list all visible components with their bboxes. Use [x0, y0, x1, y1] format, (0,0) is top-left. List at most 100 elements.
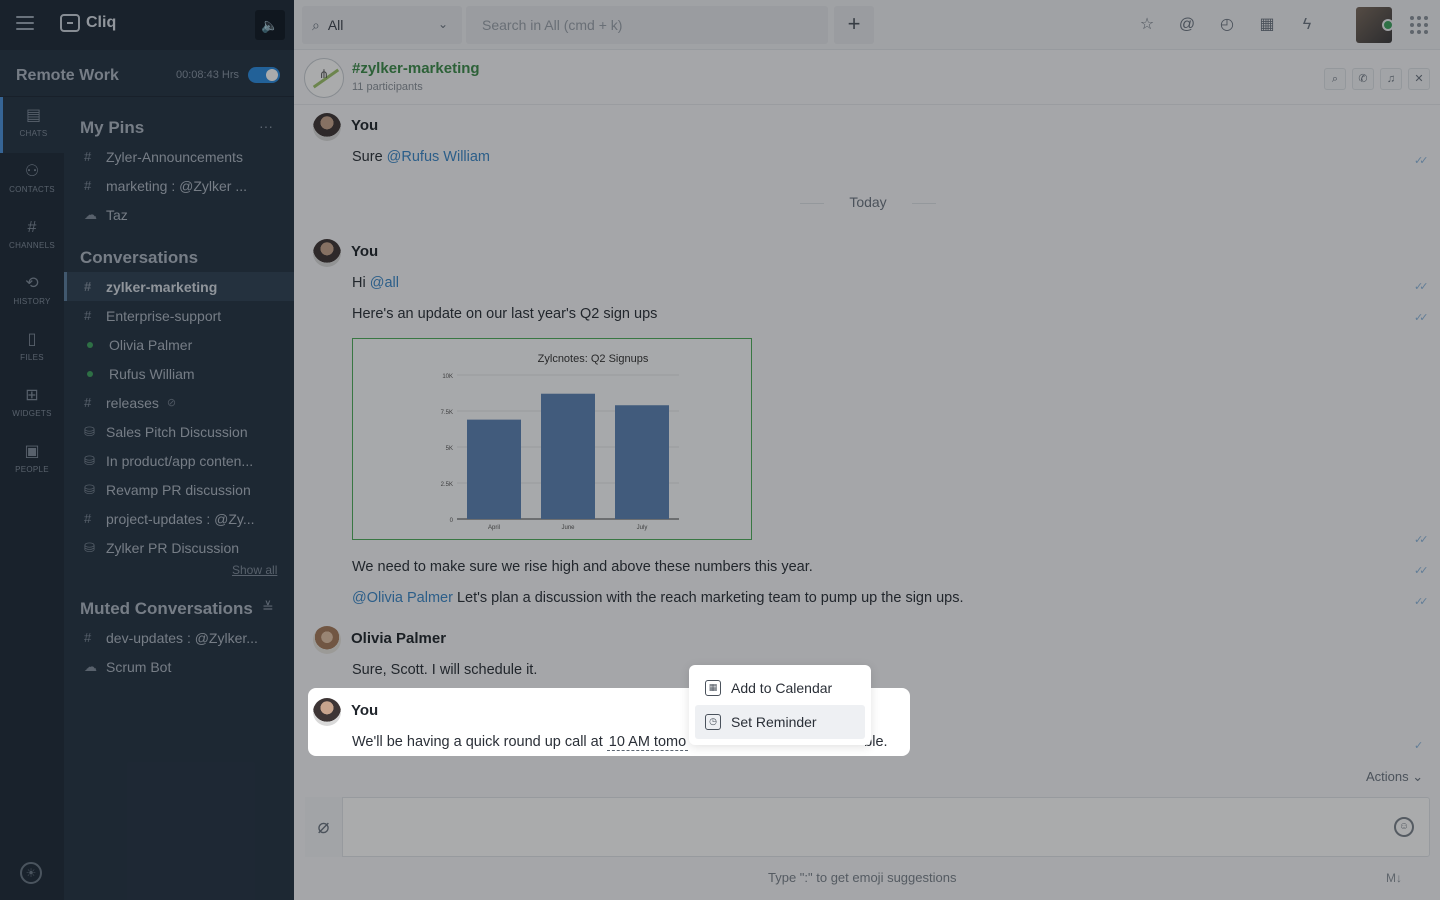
- message-text: Hi @all: [352, 275, 399, 291]
- list-item[interactable]: # project-updates : @Zy...: [64, 504, 294, 533]
- muted-title: Muted Conversations: [80, 599, 253, 618]
- bar-chart: Zylcnotes: Q2 Signups 0 2.5K 5K 7.5K 10K April…: [441, 353, 679, 531]
- list-item[interactable]: ☁ Taz: [64, 200, 294, 229]
- mention-icon[interactable]: @: [1176, 14, 1198, 36]
- channel-hash-icon: #: [84, 511, 92, 526]
- message-text: We need to make sure we rise high and ab…: [352, 559, 813, 575]
- channel-search-icon[interactable]: ⌕: [1324, 68, 1346, 90]
- message-sender: Olivia Palmer: [351, 630, 447, 647]
- files-icon: ▯: [27, 331, 37, 348]
- list-item-label: zylker-marketing: [106, 278, 218, 295]
- read-tick-icon: ✓✓: [1414, 312, 1429, 324]
- group-icon: ⛁: [84, 481, 95, 497]
- add-to-calendar-item[interactable]: ▦ Add to Calendar: [695, 671, 865, 705]
- list-item[interactable]: Olivia Palmer: [64, 330, 294, 359]
- channel-name[interactable]: #zylker-marketing: [352, 60, 480, 77]
- mention-link[interactable]: @Rufus William: [387, 149, 490, 165]
- close-icon[interactable]: ✕: [1408, 68, 1430, 90]
- rail-chats[interactable]: ▤ CHATS: [0, 97, 64, 153]
- new-chat-button[interactable]: +: [834, 6, 874, 44]
- rail-files[interactable]: ▯ FILES: [0, 321, 64, 377]
- y-tick-label: 5K: [446, 446, 453, 452]
- list-item[interactable]: ⛁ Sales Pitch Discussion: [64, 417, 294, 446]
- star-icon[interactable]: ☆: [1136, 14, 1158, 36]
- bell-icon[interactable]: ♫: [1380, 68, 1402, 90]
- x-tick-label: April: [488, 525, 500, 531]
- list-item-label: Zyler-Announcements: [106, 148, 243, 165]
- chart-title: Zylcnotes: Q2 Signups: [538, 353, 649, 365]
- mention-link[interactable]: @Olivia Palmer: [352, 590, 453, 606]
- channel-hash-icon: #: [84, 279, 92, 294]
- list-item[interactable]: # zylker-marketing: [64, 272, 294, 301]
- hamburger-menu-icon[interactable]: [16, 16, 34, 30]
- list-item-label: In product/app conten...: [106, 452, 254, 469]
- integrations-icon[interactable]: ϟ: [1296, 14, 1318, 36]
- rail-label: PEOPLE: [15, 465, 49, 474]
- chart-attachment[interactable]: Zylcnotes: Q2 Signups 0 2.5K 5K 7.5K 10K April…: [352, 338, 752, 540]
- people-icon: ▣: [24, 443, 40, 460]
- mention-link[interactable]: @all: [370, 275, 399, 291]
- rail-widgets[interactable]: ⊞ WIDGETS: [0, 377, 64, 433]
- list-item-label: Enterprise-support: [106, 307, 222, 324]
- x-tick-label: June: [561, 525, 575, 531]
- list-item-label: Olivia Palmer: [109, 336, 193, 353]
- list-item-label: Scrum Bot: [106, 658, 172, 675]
- rail-history[interactable]: ⟲ HISTORY: [0, 265, 64, 321]
- rail-label: CHATS: [19, 129, 48, 138]
- emoji-icon[interactable]: ☺: [1394, 817, 1414, 837]
- x-tick-label: July: [637, 525, 648, 531]
- set-reminder-item[interactable]: ◷ Set Reminder: [695, 705, 865, 739]
- status-toggle[interactable]: [248, 67, 280, 83]
- list-item[interactable]: ⛁ Revamp PR discussion: [64, 475, 294, 504]
- time-highlight[interactable]: 10 AM tomo: [606, 734, 689, 751]
- rail-people[interactable]: ▣ PEOPLE: [0, 433, 64, 489]
- calendar-icon[interactable]: ▦: [1256, 14, 1278, 36]
- search-input[interactable]: [466, 6, 828, 44]
- message-sender: You: [351, 117, 379, 134]
- markdown-icon[interactable]: M↓: [1386, 871, 1402, 885]
- list-item[interactable]: # marketing : @Zylker ...: [64, 171, 294, 200]
- apps-grid-icon[interactable]: [1410, 16, 1428, 34]
- actions-dropdown[interactable]: Actions ⌄: [1366, 769, 1423, 785]
- y-tick-label: 10K: [442, 374, 453, 380]
- pins-more-icon[interactable]: ···: [259, 118, 273, 134]
- list-item[interactable]: ⛁ Zylker PR Discussion: [64, 533, 294, 562]
- reminder-icon[interactable]: ◴: [1216, 14, 1238, 36]
- speaker-icon[interactable]: 🔈: [255, 10, 285, 40]
- muted-filter-icon[interactable]: ≚: [262, 599, 274, 616]
- y-tick-label: 2.5K: [441, 482, 453, 488]
- message-text: Here's an update on our last year's Q2 s…: [352, 306, 658, 322]
- message-text: @Olivia Palmer Let's plan a discussion w…: [352, 590, 964, 606]
- list-item-label: Taz: [106, 206, 128, 223]
- channel-hash-icon: #: [84, 149, 92, 164]
- pins-title: My Pins: [80, 118, 145, 137]
- list-item-label: Sales Pitch Discussion: [106, 423, 248, 440]
- channel-logo: [304, 58, 344, 98]
- theme-toggle-icon[interactable]: ☀: [20, 862, 42, 884]
- message-input[interactable]: [352, 812, 1382, 842]
- list-item[interactable]: Rufus William: [64, 359, 294, 388]
- rail-channels[interactable]: # CHANNELS: [0, 209, 64, 265]
- call-icon[interactable]: ✆: [1352, 68, 1374, 90]
- online-status-icon: [87, 341, 93, 348]
- user-avatar[interactable]: [1356, 7, 1394, 43]
- read-tick-icon: ✓✓: [1414, 155, 1429, 167]
- list-item[interactable]: # dev-updates : @Zylker...: [64, 623, 294, 652]
- channel-participants[interactable]: 11 participants: [352, 81, 423, 93]
- group-icon: ☁: [84, 206, 97, 222]
- search-scope-select[interactable]: ⌕ All ⌄: [302, 6, 462, 44]
- online-status-icon: [87, 370, 93, 377]
- message-sender: You: [351, 243, 379, 260]
- list-item-label: releases: [106, 394, 159, 411]
- list-item[interactable]: ☁ Scrum Bot: [64, 652, 294, 681]
- rail-contacts[interactable]: ⚇ CONTACTS: [0, 153, 64, 209]
- list-item[interactable]: # Enterprise-support: [64, 301, 294, 330]
- list-item[interactable]: # Zyler-Announcements: [64, 142, 294, 171]
- show-all-link[interactable]: Show all: [232, 563, 277, 577]
- search-icon: ⌕: [312, 16, 320, 33]
- list-item[interactable]: # releases ⊘: [64, 388, 294, 417]
- rail-label: CONTACTS: [9, 185, 55, 194]
- list-item[interactable]: ⛁ In product/app conten...: [64, 446, 294, 475]
- group-icon: ⛁: [84, 539, 95, 555]
- attach-icon[interactable]: ⌀: [305, 797, 343, 857]
